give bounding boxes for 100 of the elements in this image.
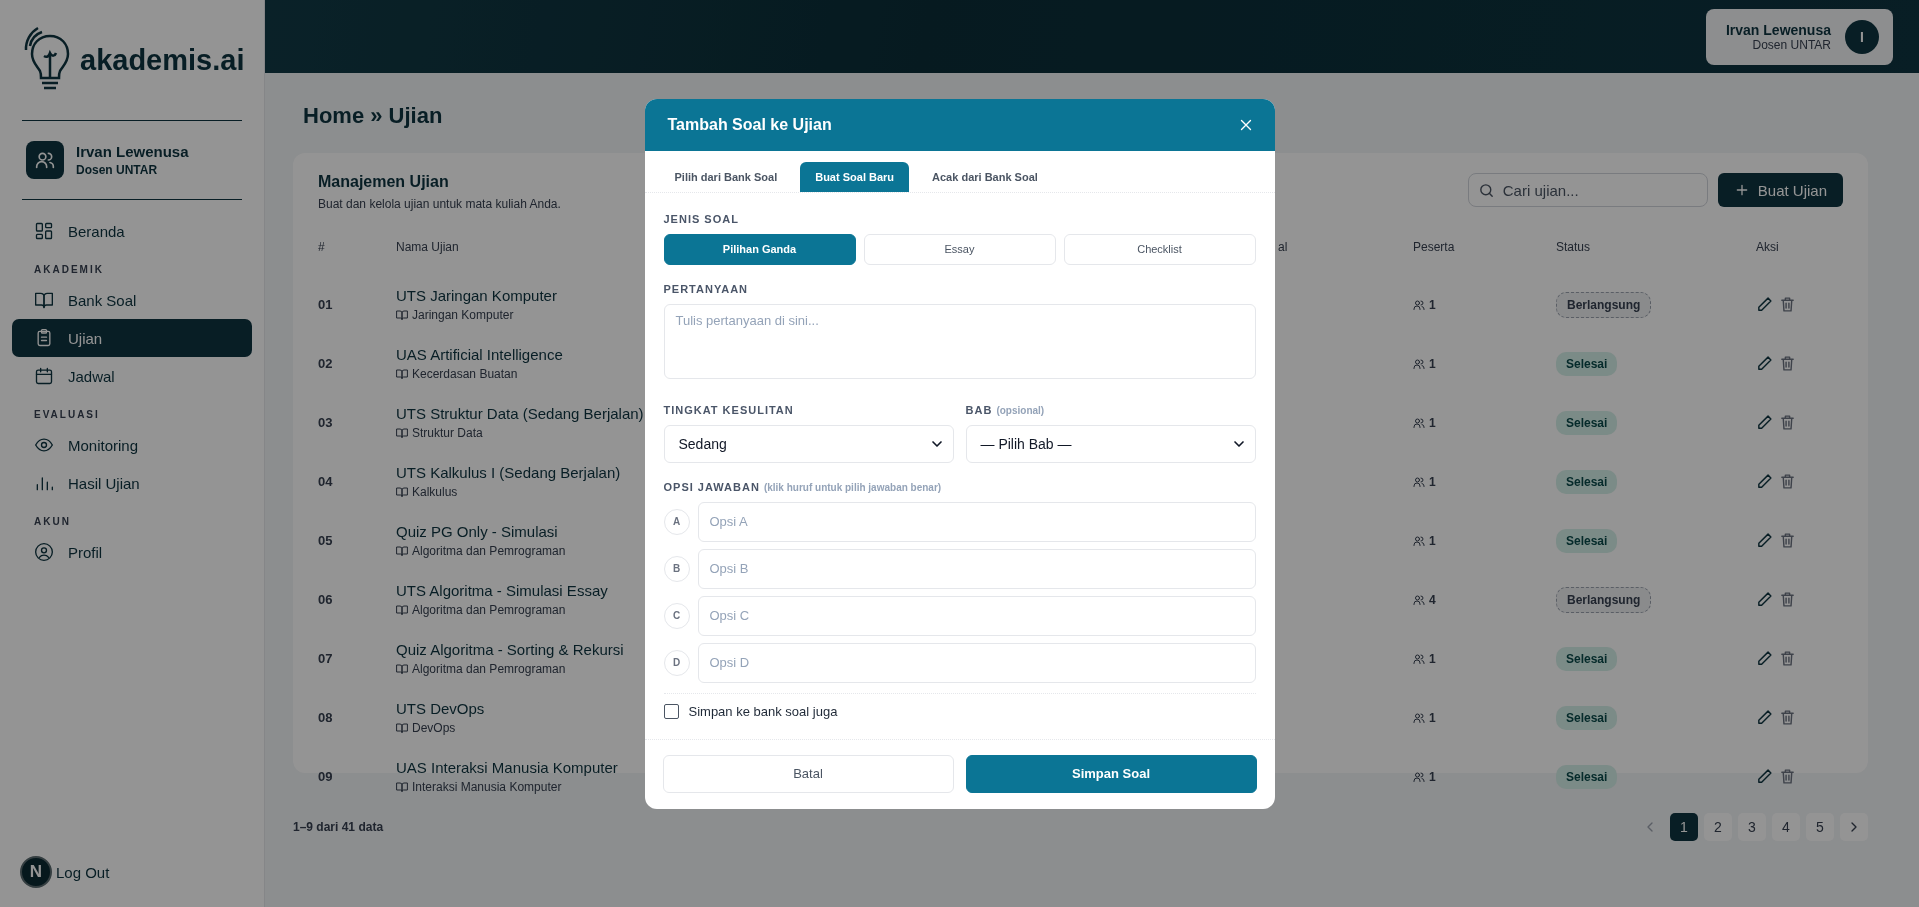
checkbox[interactable] [663, 703, 679, 719]
option-field[interactable]: Opsi A [697, 501, 1256, 542]
row-number: 07 [318, 651, 333, 666]
user-name: Irvan Lewenusa [76, 143, 189, 160]
breadcrumb: Home » Ujian [303, 103, 443, 129]
page-button[interactable]: 5 [1806, 813, 1834, 841]
status-badge: Selesai [1556, 646, 1618, 671]
dev-badge[interactable]: N [20, 856, 52, 888]
status-badge: Selesai [1556, 469, 1618, 494]
sidebar-item[interactable]: Monitoring [12, 426, 252, 464]
participant-count: 1 [1429, 710, 1436, 725]
exam-name: UAS Interaksi Manusia Komputer [396, 759, 618, 776]
book-icon [396, 427, 408, 439]
logout-link[interactable]: Log Out [56, 863, 110, 881]
question-field[interactable]: Tulis pertanyaan di sini... [663, 303, 1256, 379]
search-field[interactable]: Cari ujian... [1467, 173, 1708, 207]
people-icon [35, 150, 55, 170]
search-icon [1477, 182, 1495, 199]
option-field[interactable]: Opsi D [697, 642, 1256, 683]
book-icon [396, 604, 408, 616]
page-button[interactable]: 3 [1738, 813, 1766, 841]
cancel-button[interactable]: Batal [662, 754, 954, 793]
book-icon [396, 545, 408, 557]
status-badge: Berlangsung [1556, 291, 1652, 318]
exam-name: UTS Algoritma - Simulasi Essay [396, 582, 608, 599]
field-label: JENIS SOAL [663, 212, 739, 225]
sidebar-item[interactable]: Jadwal [12, 357, 252, 395]
people-icon [1413, 298, 1425, 311]
option-letter-button[interactable]: A [663, 508, 690, 535]
row-number: 09 [318, 769, 333, 784]
delete-icon[interactable] [1779, 650, 1796, 667]
delete-icon[interactable] [1779, 296, 1796, 313]
page-button[interactable]: 2 [1704, 813, 1732, 841]
option-field[interactable]: Opsi B [697, 548, 1256, 589]
edit-icon[interactable] [1756, 532, 1773, 549]
participant-count: 1 [1429, 415, 1436, 430]
page-button[interactable]: 1 [1670, 813, 1698, 841]
question-type-option[interactable]: Pilihan Ganda [663, 233, 856, 265]
edit-icon[interactable] [1756, 591, 1773, 608]
pagination-info: 1–9 dari 41 data [293, 820, 384, 834]
row-number: 08 [318, 710, 333, 725]
delete-icon[interactable] [1779, 473, 1796, 490]
tab[interactable]: Buat Soal Baru [800, 161, 910, 192]
row-number: 05 [318, 533, 333, 548]
field-label: TINGKAT KESULITAN [663, 403, 794, 416]
edit-icon[interactable] [1756, 709, 1773, 726]
column-header: Aksi [1756, 240, 1779, 254]
course-name: Algoritma dan Pemrograman [412, 662, 566, 676]
edit-icon[interactable] [1756, 355, 1773, 372]
people-icon [1413, 770, 1425, 783]
book-icon [396, 486, 408, 498]
sidebar-item[interactable]: Bank Soal [12, 281, 252, 319]
question-type-option[interactable]: Checklist [1063, 233, 1256, 265]
option-letter-button[interactable]: D [663, 649, 690, 676]
menu-item-icon [34, 221, 54, 241]
column-header: al [1277, 240, 1288, 254]
option-field[interactable]: Opsi C [697, 595, 1256, 636]
exam-name: UTS Kalkulus I (Sedang Berjalan) [396, 464, 621, 481]
difficulty-select[interactable]: Sedang [663, 424, 954, 463]
edit-icon[interactable] [1756, 296, 1773, 313]
column-header: # [318, 240, 325, 254]
exam-name: UTS DevOps [396, 700, 485, 717]
create-exam-button[interactable]: Buat Ujian [1717, 173, 1843, 207]
sidebar-item[interactable]: Ujian [12, 319, 252, 357]
user-role: Dosen UNTAR [1751, 37, 1831, 52]
edit-icon[interactable] [1756, 650, 1773, 667]
delete-icon[interactable] [1779, 768, 1796, 785]
delete-icon[interactable] [1779, 414, 1796, 431]
status-badge: Selesai [1556, 705, 1618, 730]
page-button[interactable]: 4 [1772, 813, 1800, 841]
save-button[interactable]: Simpan Soal [965, 754, 1257, 793]
option-letter-button[interactable]: B [663, 555, 690, 582]
chapter-select[interactable]: — Pilih Bab — [965, 424, 1256, 463]
people-icon [1413, 475, 1425, 488]
sidebar-item[interactable]: Beranda [12, 212, 252, 250]
course-name: Algoritma dan Pemrograman [412, 544, 566, 558]
field-label: PERTANYAAN [663, 282, 749, 295]
book-icon [396, 309, 408, 321]
edit-icon[interactable] [1756, 414, 1773, 431]
section-heading: AKUN [34, 516, 71, 527]
menu-item-icon [34, 290, 54, 310]
card-title: Manajemen Ujian [318, 173, 450, 191]
edit-icon[interactable] [1756, 768, 1773, 785]
user-chip[interactable]: Irvan Lewenusa Dosen UNTAR I [1705, 8, 1893, 65]
status-badge: Selesai [1556, 351, 1618, 376]
column-header: Peserta [1413, 240, 1455, 254]
delete-icon[interactable] [1779, 532, 1796, 549]
people-icon [1413, 534, 1425, 547]
people-icon [1413, 711, 1425, 724]
user-avatar: I [1845, 19, 1879, 54]
question-type-option[interactable]: Essay [863, 233, 1056, 265]
delete-icon[interactable] [1779, 355, 1796, 372]
row-number: 03 [318, 415, 333, 430]
edit-icon[interactable] [1756, 473, 1773, 490]
option-letter-button[interactable]: C [663, 602, 690, 629]
delete-icon[interactable] [1779, 591, 1796, 608]
sidebar-item[interactable]: Hasil Ujian [12, 464, 252, 502]
sidebar-item[interactable]: Profil [12, 533, 252, 571]
row-number: 02 [318, 356, 333, 371]
delete-icon[interactable] [1779, 709, 1796, 726]
